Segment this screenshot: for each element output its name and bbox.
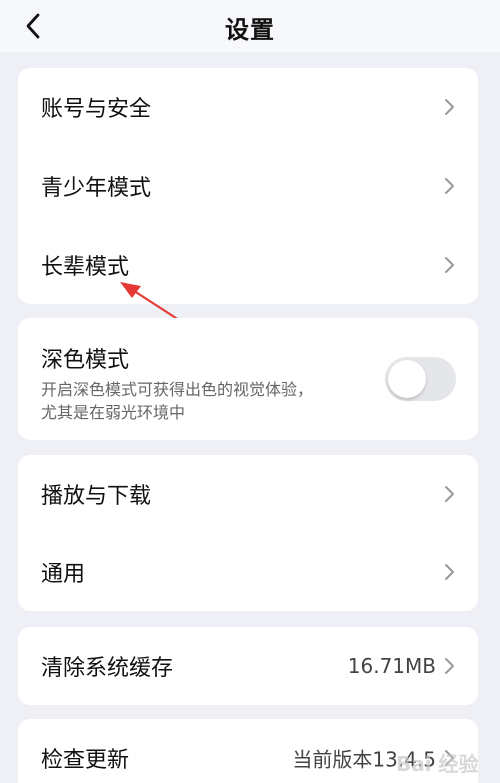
settings-item-label: 青少年模式 [41, 176, 152, 201]
dark-mode-description-line-2: 尤其是在弱光环境中 [41, 403, 186, 422]
settings-item-clear-cache[interactable]: 清除系统缓存 16.71MB [18, 627, 478, 705]
chevron-left-icon [26, 13, 40, 39]
general-settings-card: 播放与下载 通用 [18, 455, 478, 611]
chevron-right-icon [445, 564, 454, 580]
top-navigation-bar: 设置 [0, 0, 500, 52]
settings-item-elder-mode[interactable]: 长辈模式 [18, 226, 478, 304]
check-update-card: 检查更新 当前版本13.4.5 [18, 719, 478, 783]
chevron-right-icon [445, 750, 454, 766]
chevron-right-icon [445, 658, 454, 674]
dark-mode-description: 开启深色模式可获得出色的视觉体验， 尤其是在弱光环境中 [41, 378, 371, 424]
settings-item-label: 检查更新 [41, 748, 130, 773]
settings-item-general[interactable]: 通用 [18, 533, 478, 611]
settings-item-label: 播放与下载 [41, 484, 152, 509]
chevron-right-icon [445, 178, 454, 194]
current-version-value: 当前版本13.4.5 [292, 747, 436, 772]
toggle-knob [388, 360, 426, 398]
dark-mode-card: 深色模式 开启深色模式可获得出色的视觉体验， 尤其是在弱光环境中 [18, 318, 478, 440]
clear-cache-card: 清除系统缓存 16.71MB [18, 627, 478, 705]
cache-size-value: 16.71MB [347, 654, 436, 678]
settings-item-playback-download[interactable]: 播放与下载 [18, 455, 478, 533]
settings-item-youth-mode[interactable]: 青少年模式 [18, 147, 478, 225]
settings-screen: 设置 账号与安全 青少年模式 长辈模式 深色模式 开启深色模式可获得出色的视觉体… [0, 0, 500, 783]
chevron-right-icon [445, 486, 454, 502]
settings-item-label: 清除系统缓存 [41, 656, 174, 681]
chevron-right-icon [445, 257, 454, 273]
page-title: 设置 [225, 16, 275, 44]
settings-item-account-security[interactable]: 账号与安全 [18, 68, 478, 146]
dark-mode-description-line-1: 开启深色模式可获得出色的视觉体验， [41, 380, 314, 399]
settings-item-check-update[interactable]: 检查更新 当前版本13.4.5 [18, 719, 478, 783]
dark-mode-toggle[interactable] [385, 357, 456, 401]
account-settings-card: 账号与安全 青少年模式 长辈模式 [18, 68, 478, 304]
chevron-right-icon [445, 99, 454, 115]
settings-item-label: 通用 [41, 562, 86, 587]
settings-item-label: 长辈模式 [41, 255, 130, 280]
back-button[interactable] [14, 7, 52, 45]
dark-mode-title: 深色模式 [41, 348, 130, 373]
settings-item-label: 账号与安全 [41, 97, 152, 122]
